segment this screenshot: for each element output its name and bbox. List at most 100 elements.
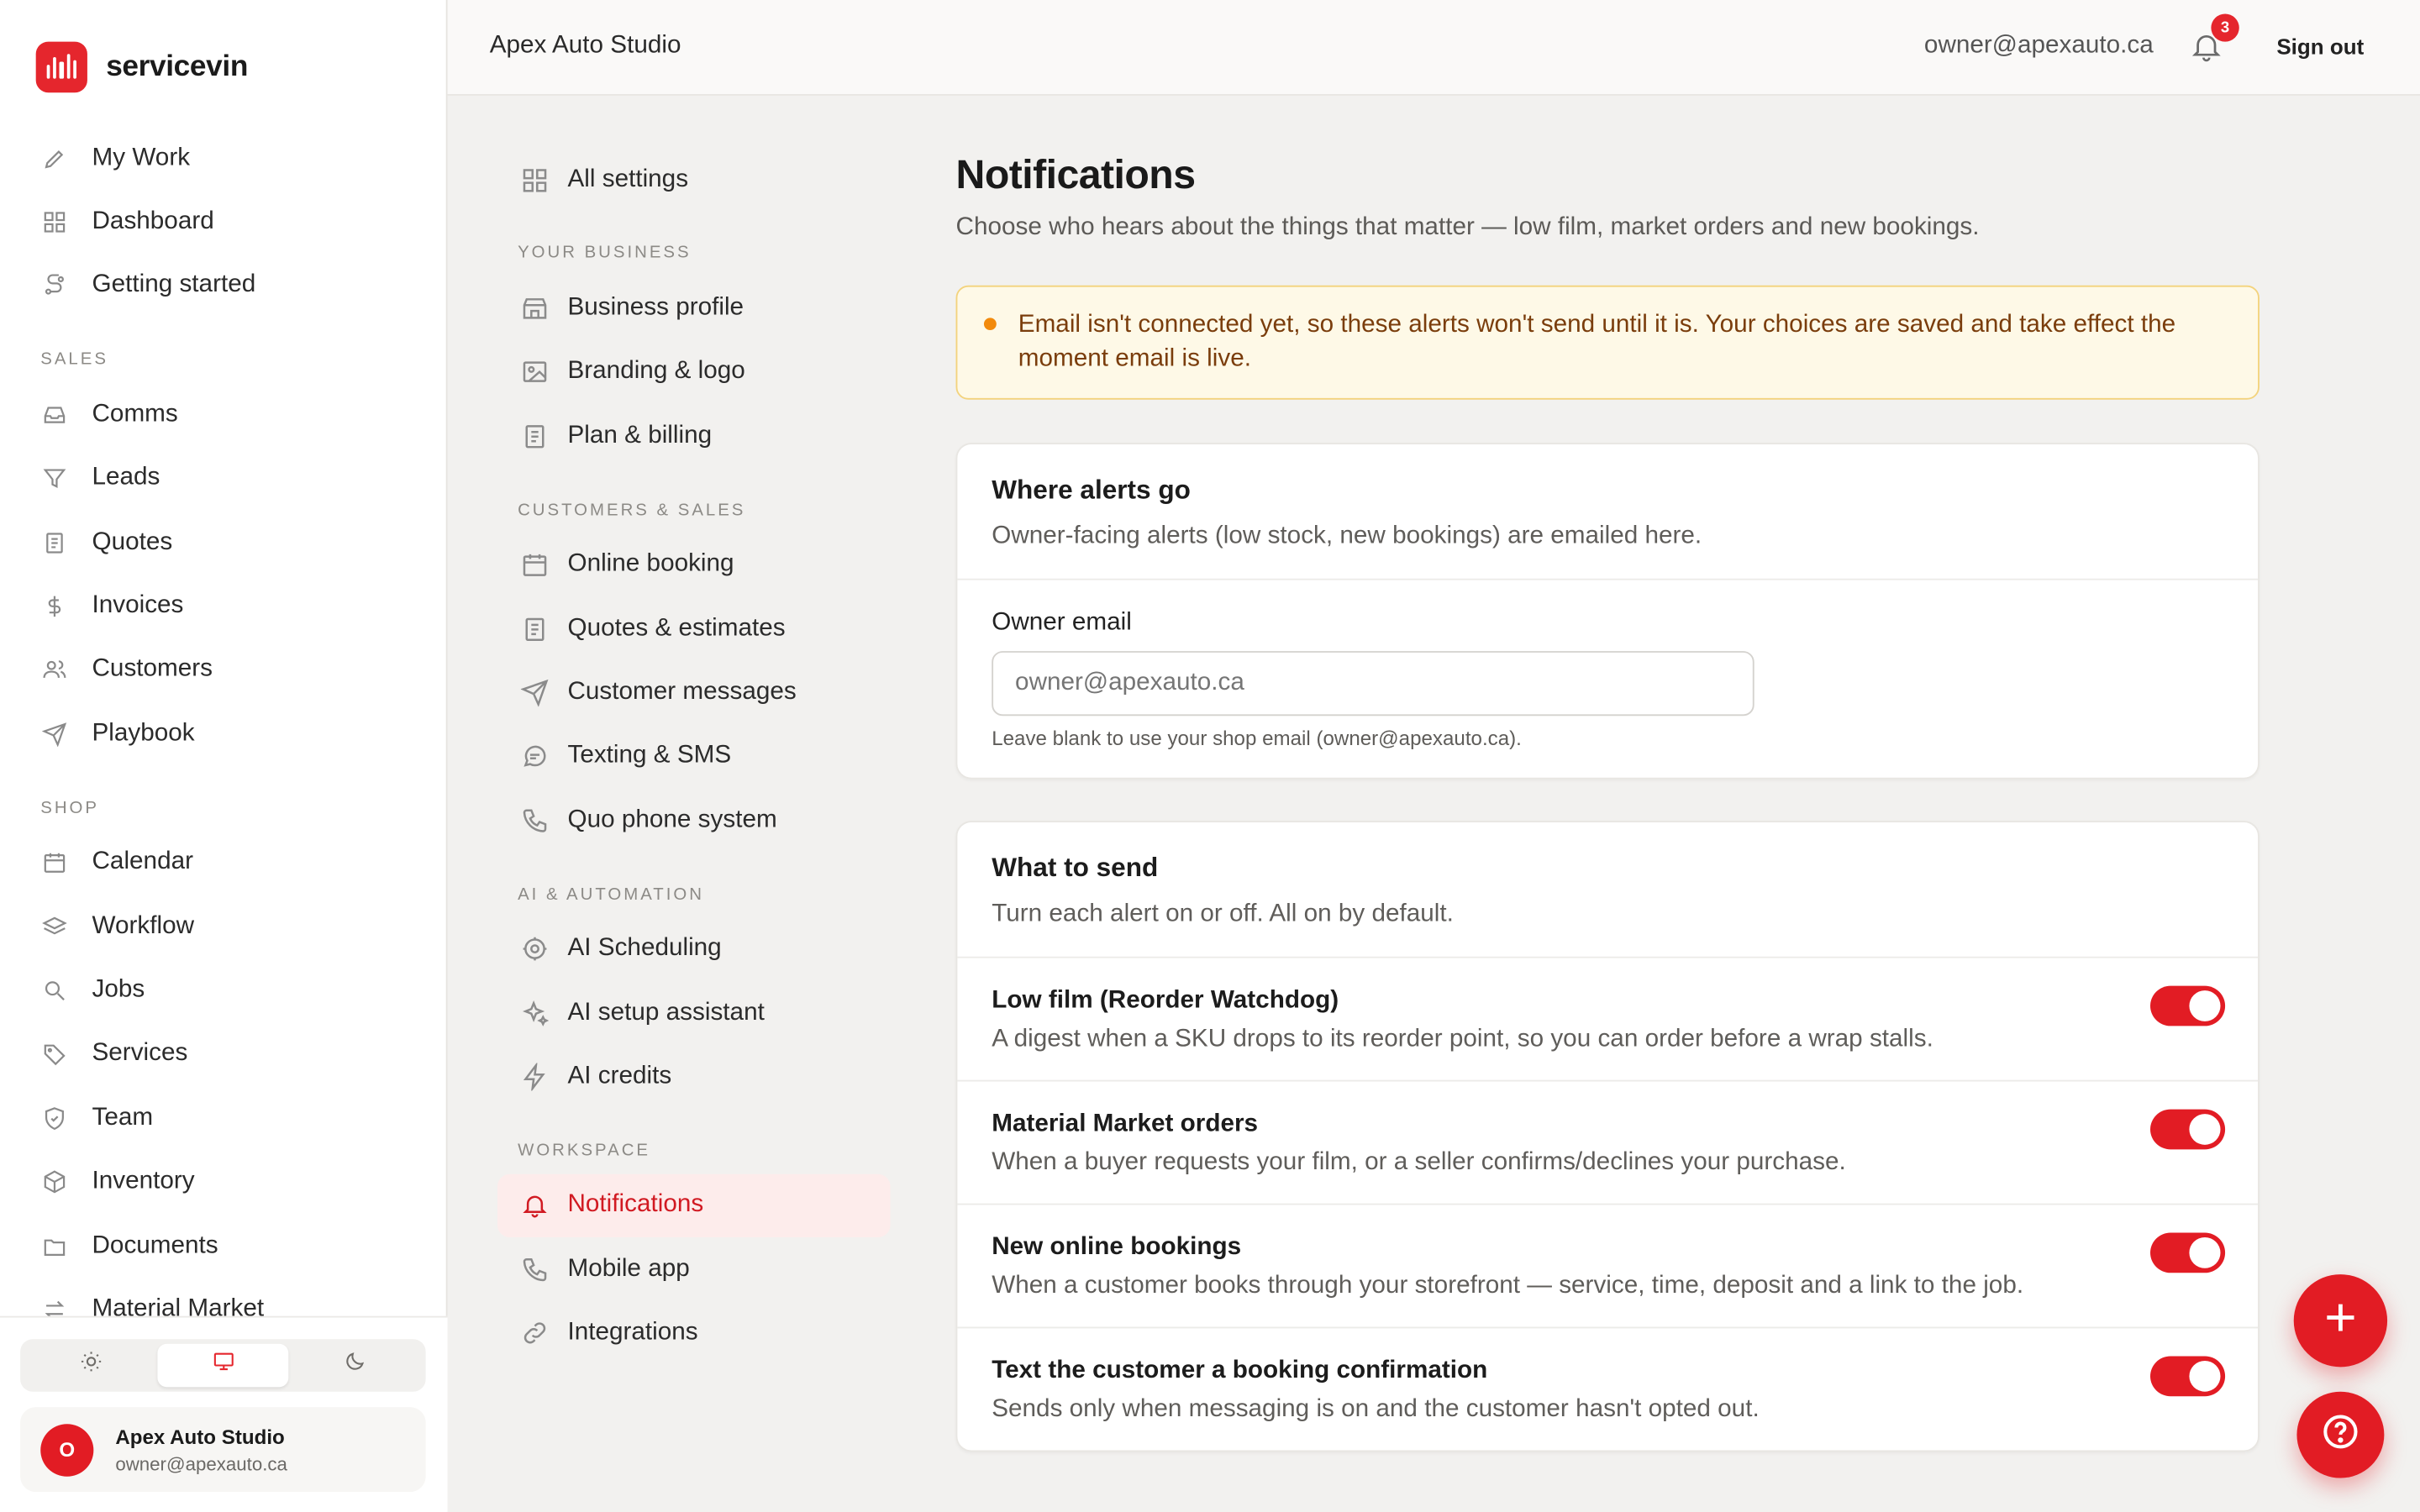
what-to-send-card: What to send Turn each alert on or off. …: [955, 821, 2260, 1452]
sidebar-item-calendar[interactable]: Calendar: [20, 831, 429, 895]
question-icon: [2320, 1411, 2360, 1459]
store-icon: [519, 294, 549, 323]
settings-item-label: Texting & SMS: [567, 743, 732, 769]
send-icon: [40, 720, 68, 748]
settings-item-business-profile[interactable]: Business profile: [497, 276, 891, 340]
user-card[interactable]: O Apex Auto Studio owner@apexauto.ca: [20, 1407, 426, 1493]
online-bookings-toggle[interactable]: [2150, 1232, 2226, 1273]
card-title: Where alerts go: [992, 475, 1191, 505]
settings-item-customer-messages[interactable]: Customer messages: [497, 661, 891, 725]
settings-item-all[interactable]: All settings: [497, 148, 891, 212]
settings-item-integrations[interactable]: Integrations: [497, 1301, 891, 1365]
settings-item-ai-credits[interactable]: AI credits: [497, 1045, 891, 1109]
sidebar-item-jobs[interactable]: Jobs: [20, 958, 429, 1022]
settings-section-customers-sales: CUSTOMERS & SALES: [518, 501, 746, 520]
toggle-knob: [2189, 1360, 2221, 1392]
owner-email-field[interactable]: [992, 651, 1754, 717]
target-icon: [519, 934, 549, 963]
settings-item-texting-sms[interactable]: Texting & SMS: [497, 725, 891, 789]
sidebar-item-leads[interactable]: Leads: [20, 447, 429, 511]
sidebar-item-invoices[interactable]: Invoices: [20, 575, 429, 638]
sidebar-item-label: Inventory: [92, 1168, 195, 1194]
document-icon: [40, 528, 68, 556]
sparkle-icon: [519, 999, 549, 1028]
where-alerts-go-card: Where alerts go Owner-facing alerts (low…: [955, 443, 2260, 780]
alert-text: Email isn't connected yet, so these aler…: [1018, 312, 2176, 372]
settings-item-ai-setup-assistant[interactable]: AI setup assistant: [497, 981, 891, 1045]
sidebar-item-documents[interactable]: Documents: [20, 1214, 429, 1278]
settings-item-label: AI credits: [567, 1063, 672, 1089]
dark-theme-button[interactable]: [289, 1344, 421, 1387]
settings-item-label: Online booking: [567, 551, 734, 578]
sidebar-item-label: My Work: [92, 144, 191, 171]
sidebar-item-label: Services: [92, 1040, 188, 1067]
topbar: Apex Auto Studio owner@apexauto.ca 3 Sig…: [447, 0, 2420, 96]
users-icon: [40, 656, 68, 684]
toggle-description: Sends only when messaging is on and the …: [992, 1396, 1760, 1423]
settings-item-label: AI setup assistant: [567, 999, 765, 1026]
add-button[interactable]: [2293, 1274, 2388, 1368]
settings-item-branding[interactable]: Branding & logo: [497, 341, 891, 405]
route-icon: [40, 272, 68, 300]
pen-icon: [40, 144, 68, 172]
funnel-icon: [40, 465, 68, 492]
page-title: Notifications: [955, 150, 1197, 198]
settings-item-online-booking[interactable]: Online booking: [497, 533, 891, 597]
sidebar-item-inventory[interactable]: Inventory: [20, 1150, 429, 1214]
settings-item-ai-scheduling[interactable]: AI Scheduling: [497, 917, 891, 981]
settings-item-label: AI Scheduling: [567, 935, 722, 962]
user-name: Apex Auto Studio: [115, 1425, 285, 1448]
sidebar-item-workflow[interactable]: Workflow: [20, 895, 429, 958]
settings-item-label: Customer messages: [567, 679, 797, 706]
image-icon: [519, 358, 549, 387]
sidebar-item-label: Team: [92, 1104, 154, 1131]
tag-icon: [40, 1041, 68, 1068]
card-description: Owner-facing alerts (low stock, new book…: [992, 522, 1702, 549]
sidebar-item-customers[interactable]: Customers: [20, 638, 429, 702]
settings-item-plan-billing[interactable]: Plan & billing: [497, 405, 891, 469]
sidebar-item-label: Invoices: [92, 592, 184, 619]
settings-item-notifications[interactable]: Notifications: [497, 1173, 891, 1238]
sidebar-item-playbook[interactable]: Playbook: [20, 702, 429, 766]
settings-section-workspace: WORKSPACE: [518, 1141, 651, 1160]
material-market-toggle[interactable]: [2150, 1109, 2226, 1150]
monitor-icon: [211, 1350, 234, 1381]
sign-out-button[interactable]: Sign out: [2276, 34, 2364, 58]
sidebar-item-comms[interactable]: Comms: [20, 383, 429, 447]
sidebar-item-team[interactable]: Team: [20, 1086, 429, 1150]
main-content: Notifications Choose who hears about the…: [955, 150, 2260, 1452]
sidebar-item-quotes[interactable]: Quotes: [20, 511, 429, 575]
system-theme-button[interactable]: [156, 1343, 289, 1388]
sidebar-item-label: Quotes: [92, 528, 173, 555]
folder-icon: [40, 1232, 68, 1260]
settings-item-mobile-app[interactable]: Mobile app: [497, 1237, 891, 1301]
sidebar-section-shop: SHOP: [40, 798, 99, 817]
toggle-row-material-market: Material Market orders When a buyer requ…: [957, 1082, 2259, 1205]
help-button[interactable]: [2296, 1391, 2385, 1478]
search-icon: [40, 977, 68, 1005]
chat-bubble-icon: [519, 742, 549, 771]
sidebar-item-label: Playbook: [92, 720, 195, 747]
settings-item-label: Quotes & estimates: [567, 615, 786, 642]
grid-icon: [519, 165, 549, 195]
sidebar-item-label: Calendar: [92, 848, 193, 875]
sidebar-section-sales: SALES: [40, 350, 108, 370]
sidebar-item-label: Dashboard: [92, 208, 214, 235]
lightning-icon: [519, 1063, 549, 1092]
shield-icon: [40, 1105, 68, 1132]
brand[interactable]: servicevin: [35, 41, 248, 93]
sidebar-item-my-work[interactable]: My Work: [20, 127, 429, 191]
sidebar-item-dashboard[interactable]: Dashboard: [20, 191, 429, 255]
light-theme-button[interactable]: [25, 1344, 157, 1387]
settings-section-your-business: YOUR BUSINESS: [518, 244, 692, 263]
settings-item-quotes-estimates[interactable]: Quotes & estimates: [497, 597, 891, 661]
theme-switcher: [20, 1339, 426, 1392]
owner-email-label: Owner email: [992, 609, 1132, 636]
sidebar-item-services[interactable]: Services: [20, 1022, 429, 1086]
sidebar-item-label: Documents: [92, 1231, 218, 1258]
sidebar-item-getting-started[interactable]: Getting started: [20, 255, 429, 318]
low-film-toggle[interactable]: [2150, 985, 2226, 1026]
notification-count-badge: 3: [2211, 13, 2239, 42]
settings-item-quo-phone[interactable]: Quo phone system: [497, 789, 891, 853]
booking-confirmation-toggle[interactable]: [2150, 1356, 2226, 1397]
